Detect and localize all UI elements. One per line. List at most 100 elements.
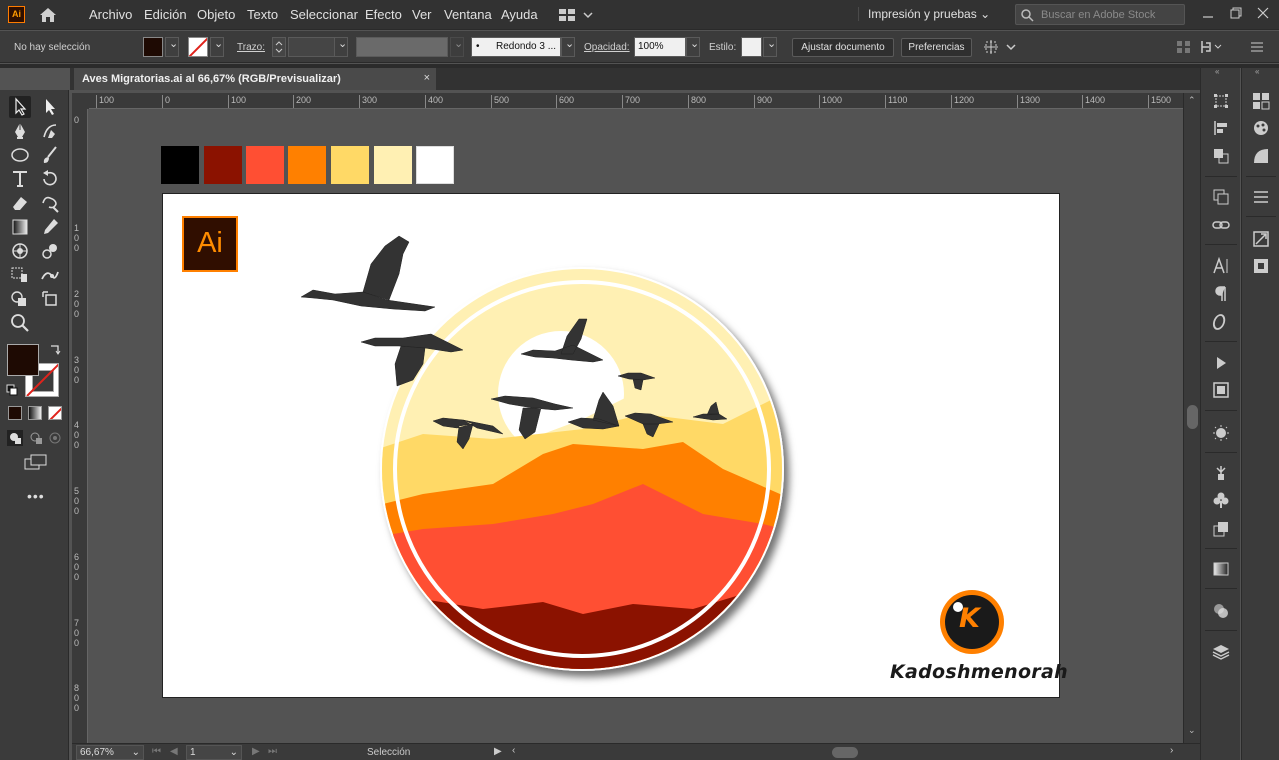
symbol-sprayer-tool-icon[interactable] <box>9 240 31 262</box>
home-icon[interactable] <box>38 6 58 24</box>
menu-seleccionar[interactable]: Seleccionar <box>290 7 358 22</box>
opacity-arrow[interactable] <box>686 37 700 57</box>
draw-normal-icon[interactable] <box>7 430 23 449</box>
vertical-ruler[interactable]: 0 1 0 0 2 0 0 3 0 0 4 0 0 5 0 0 6 0 0 7 … <box>72 109 88 743</box>
gradient-mode-icon[interactable] <box>28 406 42 420</box>
palette-swatch[interactable] <box>288 146 326 184</box>
default-colors-icon[interactable] <box>6 384 18 399</box>
style-dropdown[interactable] <box>763 37 777 57</box>
more-tools-icon[interactable]: ••• <box>27 488 45 504</box>
vertical-scroll-thumb[interactable] <box>1187 405 1198 429</box>
menu-ayuda[interactable]: Ayuda <box>501 7 538 22</box>
scroll-right-icon[interactable]: › <box>1170 745 1173 756</box>
curvature-tool-icon[interactable] <box>39 120 61 142</box>
links-panel-icon[interactable] <box>1212 216 1230 234</box>
menu-objeto[interactable]: Objeto <box>197 7 235 22</box>
shape-builder-tool-icon[interactable] <box>9 288 31 310</box>
collapse-icon[interactable]: « <box>1255 67 1259 76</box>
document-setup-button[interactable]: Ajustar documento <box>792 38 894 57</box>
fill-color-box[interactable] <box>7 344 39 376</box>
pathfinder-panel-icon[interactable] <box>1212 147 1230 165</box>
artboard[interactable]: Ai K Kadoshmenorah <box>162 193 1068 698</box>
blend-tool-icon[interactable] <box>39 240 61 262</box>
align-options-icon[interactable] <box>983 38 1017 59</box>
direct-selection-tool-icon[interactable] <box>39 96 61 118</box>
menu-archivo[interactable]: Archivo <box>89 7 132 22</box>
warp-tool-icon[interactable] <box>39 192 61 214</box>
stroke-weight-dropdown[interactable] <box>334 37 348 57</box>
palette-swatch[interactable] <box>331 146 369 184</box>
stroke-panel-icon[interactable] <box>1252 147 1270 165</box>
symbols-panel-icon[interactable] <box>1212 491 1230 509</box>
puppet-warp-tool-icon[interactable] <box>39 264 61 286</box>
pen-tool-icon[interactable] <box>9 120 31 142</box>
artboard-number-field[interactable]: 1 ⌄ <box>186 745 242 760</box>
align-grid-icon[interactable] <box>1176 40 1192 57</box>
scroll-left-icon[interactable]: ‹ <box>512 745 515 756</box>
horizontal-ruler[interactable]: 100 0 100 200 300 400 500 600 700 800 90… <box>89 93 1183 109</box>
gradient-panel-icon[interactable] <box>1212 560 1230 578</box>
asset-export-panel-icon[interactable] <box>1252 230 1270 248</box>
variable-width-profile[interactable] <box>356 37 448 57</box>
graphic-style-swatch[interactable] <box>741 37 762 57</box>
ellipse-tool-icon[interactable] <box>9 144 31 166</box>
align-panel-icon[interactable] <box>1212 119 1230 137</box>
draw-behind-icon[interactable] <box>28 430 44 449</box>
stroke-dropdown[interactable] <box>210 37 224 57</box>
restore-icon[interactable] <box>1230 7 1242 19</box>
stroke-label[interactable]: Trazo: <box>237 42 265 53</box>
transform-icon[interactable] <box>1200 39 1224 58</box>
menu-texto[interactable]: Texto <box>247 7 278 22</box>
next-artboard-icon[interactable]: ▶ <box>252 746 260 757</box>
none-mode-icon[interactable] <box>48 406 62 420</box>
scroll-up-icon[interactable]: ⌃ <box>1188 95 1196 106</box>
ruler-origin[interactable] <box>72 93 89 109</box>
opacity-label[interactable]: Opacidad: <box>584 42 630 53</box>
paragraph-panel-icon[interactable] <box>1212 285 1230 303</box>
graphic-styles-panel-icon[interactable] <box>1212 520 1230 538</box>
workspace-switcher[interactable]: Impresión y pruebas ⌄ <box>858 7 990 21</box>
vertical-scrollbar[interactable]: ⌃ ⌄ <box>1183 93 1200 743</box>
type-tool-icon[interactable] <box>9 168 31 190</box>
libraries-panel-icon[interactable] <box>1252 257 1270 275</box>
menu-ver[interactable]: Ver <box>412 7 432 22</box>
status-menu-icon[interactable]: ▶ <box>494 746 502 757</box>
minimize-icon[interactable] <box>1202 7 1214 19</box>
eraser-tool-icon[interactable] <box>9 192 31 214</box>
opacity-input[interactable]: 100% <box>634 37 686 57</box>
color-panel-icon[interactable] <box>1252 119 1270 137</box>
live-paint-tool-icon[interactable] <box>9 264 31 286</box>
layers-panel-icon[interactable] <box>1212 643 1230 661</box>
prev-artboard-icon[interactable]: ◀ <box>170 746 178 757</box>
document-info-panel-icon[interactable] <box>1212 381 1230 399</box>
menu-ventana[interactable]: Ventana <box>444 7 492 22</box>
stroke-weight-stepper[interactable] <box>272 37 286 57</box>
palette-swatch[interactable] <box>246 146 284 184</box>
character-panel-icon[interactable] <box>1212 256 1230 275</box>
transparency-panel-icon[interactable] <box>1212 602 1230 620</box>
rotate-tool-icon[interactable] <box>39 168 61 190</box>
document-tab[interactable]: Aves Migratorias.ai al 66,67% (RGB/Previ… <box>74 68 436 90</box>
transform-panel-icon[interactable] <box>1212 92 1230 110</box>
zoom-tool-icon[interactable] <box>9 312 31 334</box>
color-mode-icon[interactable] <box>8 406 22 420</box>
scroll-down-icon[interactable]: ⌄ <box>1188 725 1196 736</box>
properties-panel-icon[interactable] <box>1252 188 1270 206</box>
brush-definition[interactable]: • Redondo 3 ... <box>471 37 561 57</box>
profile-dropdown[interactable] <box>450 37 464 57</box>
fill-swatch[interactable] <box>143 37 163 57</box>
canvas[interactable]: Ai K Kadoshmenorah <box>89 109 1183 743</box>
draw-inside-icon[interactable] <box>48 430 64 449</box>
eyedropper-tool-icon[interactable] <box>39 216 61 238</box>
swap-fill-stroke-icon[interactable] <box>48 343 62 360</box>
swatches-panel-icon[interactable] <box>1252 92 1270 110</box>
brush-dropdown[interactable] <box>561 37 575 57</box>
artboard-tool-icon[interactable] <box>39 288 61 310</box>
gradient-tool-icon[interactable] <box>9 216 31 238</box>
palette-swatch[interactable] <box>161 146 199 184</box>
palette-swatch[interactable] <box>204 146 242 184</box>
stroke-swatch[interactable] <box>188 37 208 57</box>
panel-menu-icon[interactable] <box>1250 41 1264 56</box>
selection-tool-icon[interactable] <box>9 96 31 118</box>
paintbrush-tool-icon[interactable] <box>39 144 61 166</box>
